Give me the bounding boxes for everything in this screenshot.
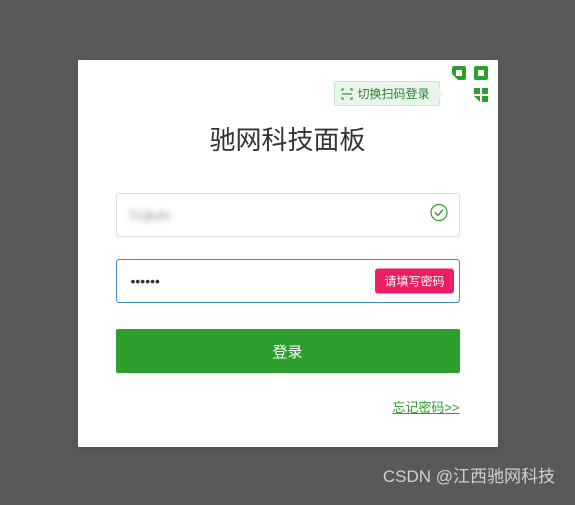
login-button[interactable]: 登录	[116, 329, 460, 373]
scan-icon	[341, 88, 353, 100]
switch-scan-login-tip[interactable]: 切换扫码登录	[334, 81, 439, 106]
username-input[interactable]	[116, 193, 460, 237]
checkmark-icon	[430, 204, 448, 227]
password-error-badge: 请填写密码	[375, 269, 453, 294]
qr-code-switch-corner[interactable]	[438, 60, 498, 120]
username-field-wrapper: 51jkds	[116, 193, 460, 237]
qr-code-icon	[452, 66, 492, 106]
password-field-wrapper: 请填写密码	[116, 259, 460, 303]
forgot-row: 忘记密码>>	[116, 397, 460, 417]
watermark-text: CSDN @江西驰网科技	[383, 462, 555, 487]
page-title: 驰网科技面板	[116, 120, 460, 157]
login-panel: 切换扫码登录 驰网科技面板 51jkds 请填写密码 登录 忘记密码>>	[78, 60, 498, 447]
forgot-password-link[interactable]: 忘记密码>>	[392, 400, 459, 415]
switch-tip-label: 切换扫码登录	[357, 85, 429, 102]
